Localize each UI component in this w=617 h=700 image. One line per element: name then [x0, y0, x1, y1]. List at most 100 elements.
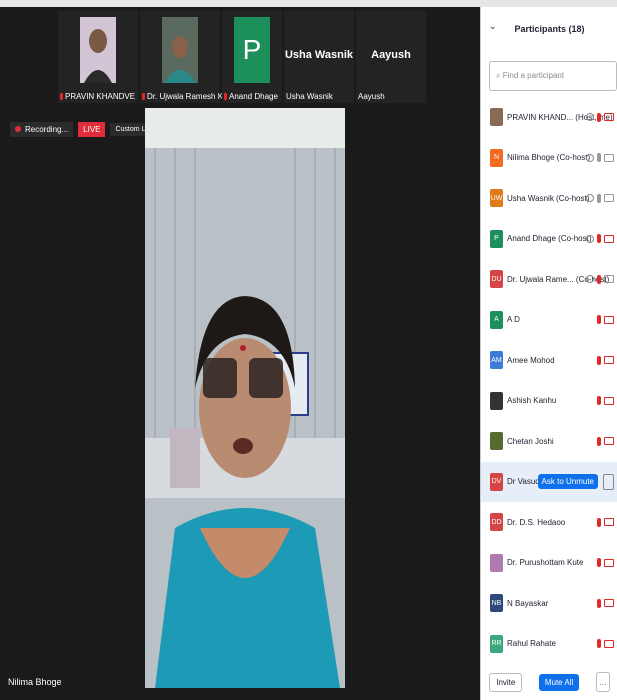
ask-to-unmute-button[interactable]: Ask to Unmute	[537, 474, 598, 490]
avatar	[490, 432, 503, 451]
avatar: AM	[490, 351, 503, 370]
thumbnail-name: Usha Wasnik	[286, 92, 333, 101]
list-item[interactable]: Dr. Purushottam Kute	[481, 543, 617, 584]
list-item[interactable]: NB N Bayaskar	[481, 583, 617, 624]
avatar	[490, 108, 503, 127]
recording-indicator[interactable]: Recording...	[10, 121, 74, 137]
participant-status-icons	[597, 558, 614, 568]
participants-header: ⌄ Participants (18)	[481, 7, 617, 51]
avatar-initial: P	[234, 17, 270, 83]
muted-mic-icon[interactable]	[597, 355, 601, 365]
camera-icon[interactable]	[604, 153, 614, 162]
thumbnail-name: PRAVIN KHANDVE	[60, 92, 135, 101]
thumbnail-name: Anand Dhage	[224, 92, 278, 101]
avatar: RR	[490, 634, 503, 653]
muted-mic-icon[interactable]	[597, 112, 601, 122]
camera-off-icon[interactable]	[604, 315, 614, 324]
avatar: DV	[490, 472, 503, 491]
thumbnail-anand[interactable]: P Anand Dhage	[222, 11, 282, 103]
participant-status-icons	[597, 639, 614, 649]
participant-status-icons	[586, 153, 614, 163]
muted-mic-icon	[142, 93, 145, 101]
avatar: DU	[490, 270, 503, 289]
camera-icon[interactable]	[604, 194, 614, 203]
thumbnail-name: Dr. Ujwala Ramesh K...	[142, 92, 230, 101]
video-area: PRAVIN KHANDVE Dr. Ujwala Ramesh K... P …	[0, 7, 510, 700]
muted-mic-icon	[224, 93, 227, 101]
participant-actions: Ask to Unmute	[537, 473, 614, 490]
camera-icon[interactable]	[604, 275, 614, 284]
active-speaker-name: Nilima Bhoge	[8, 677, 62, 687]
camera-off-icon[interactable]	[604, 113, 614, 122]
share-icon	[586, 113, 594, 122]
muted-mic-icon[interactable]	[597, 639, 601, 649]
list-item[interactable]: N Nilima Bhoge (Co-host)	[481, 138, 617, 179]
invite-button[interactable]: Invite	[489, 672, 523, 692]
muted-mic-icon[interactable]	[597, 396, 601, 406]
participant-status-icons	[586, 234, 614, 244]
muted-mic-icon[interactable]	[597, 598, 601, 608]
list-item[interactable]: Chetan Joshi	[481, 421, 617, 462]
thumbnail-usha[interactable]: Usha Wasnik Usha Wasnik	[284, 11, 354, 103]
participant-list: PRAVIN KHAND... (Host, me) N Nilima Bhog…	[481, 97, 617, 664]
live-badge[interactable]: LIVE	[78, 121, 106, 137]
participants-panel: ⌄ Participants (18) ⌕ Find a participant…	[480, 7, 617, 700]
thumbnail-display-name: Usha Wasnik	[284, 49, 354, 61]
list-item[interactable]: Ashish Kanhu	[481, 381, 617, 422]
search-icon: ⌕	[496, 71, 501, 80]
participant-status-icons	[597, 315, 614, 325]
participant-search-input[interactable]: ⌕ Find a participant	[489, 61, 617, 91]
list-item[interactable]: P Anand Dhage (Co-host)	[481, 219, 617, 260]
top-strip	[0, 0, 617, 7]
muted-mic-icon[interactable]	[597, 517, 601, 527]
muted-mic-icon[interactable]	[597, 436, 601, 446]
list-item[interactable]: PRAVIN KHAND... (Host, me)	[481, 97, 617, 138]
list-item[interactable]: DD Dr. D.S. Hedaoo	[481, 502, 617, 543]
more-options-button[interactable]: …	[595, 672, 610, 692]
camera-off-icon[interactable]	[604, 599, 614, 608]
list-item[interactable]: RR Rahul Rahate	[481, 624, 617, 665]
participant-status-icons	[597, 598, 614, 608]
share-icon	[586, 234, 594, 243]
avatar: NB	[490, 594, 503, 613]
camera-off-icon[interactable]	[604, 437, 614, 446]
chevron-down-icon[interactable]: ⌄	[489, 21, 497, 32]
mic-icon[interactable]	[597, 193, 601, 203]
thumbnail-display-name: Aayush	[371, 49, 411, 61]
participant-status-icons	[597, 436, 614, 446]
mic-icon[interactable]	[597, 153, 601, 163]
camera-off-icon[interactable]	[604, 518, 614, 527]
camera-off-icon[interactable]	[604, 234, 614, 243]
muted-mic-icon[interactable]	[597, 315, 601, 325]
list-item[interactable]: A A D	[481, 300, 617, 341]
participant-photo-pravin	[80, 17, 116, 83]
share-icon	[586, 153, 594, 162]
muted-mic-icon[interactable]	[597, 274, 601, 284]
thumbnail-aayush[interactable]: Aayush Aayush	[356, 11, 426, 103]
avatar	[490, 391, 503, 410]
participant-status-icons	[586, 112, 614, 122]
list-item[interactable]: DU Dr. Ujwala Rame... (Co-host)	[481, 259, 617, 300]
list-item[interactable]: AM Amee Mohod	[481, 340, 617, 381]
avatar: DD	[490, 513, 503, 532]
mute-all-button[interactable]: Mute All	[538, 673, 580, 691]
camera-off-icon[interactable]	[604, 396, 614, 405]
camera-off-icon[interactable]	[604, 639, 614, 648]
more-options-button[interactable]	[603, 473, 614, 490]
thumbnail-pravin[interactable]: PRAVIN KHANDVE	[58, 11, 138, 103]
list-item[interactable]: UW Usha Wasnik (Co-host)	[481, 178, 617, 219]
thumbnail-ujwala[interactable]: Dr. Ujwala Ramesh K...	[140, 11, 230, 103]
participant-status-icons	[597, 396, 614, 406]
list-item[interactable]: DV Dr Vasudeo Pat Ask to Unmute	[481, 461, 617, 502]
zoom-meeting-window: PRAVIN KHANDVE Dr. Ujwala Ramesh K... P …	[0, 0, 617, 700]
participant-status-icons	[597, 355, 614, 365]
camera-off-icon[interactable]	[604, 558, 614, 567]
record-icon	[15, 126, 21, 132]
camera-off-icon[interactable]	[604, 356, 614, 365]
avatar: N	[490, 148, 503, 167]
speaker-video-frame	[145, 108, 345, 688]
thumbnail-strip: PRAVIN KHANDVE Dr. Ujwala Ramesh K... P …	[58, 11, 510, 107]
avatar: P	[490, 229, 503, 248]
muted-mic-icon[interactable]	[597, 558, 601, 568]
muted-mic-icon[interactable]	[597, 234, 601, 244]
